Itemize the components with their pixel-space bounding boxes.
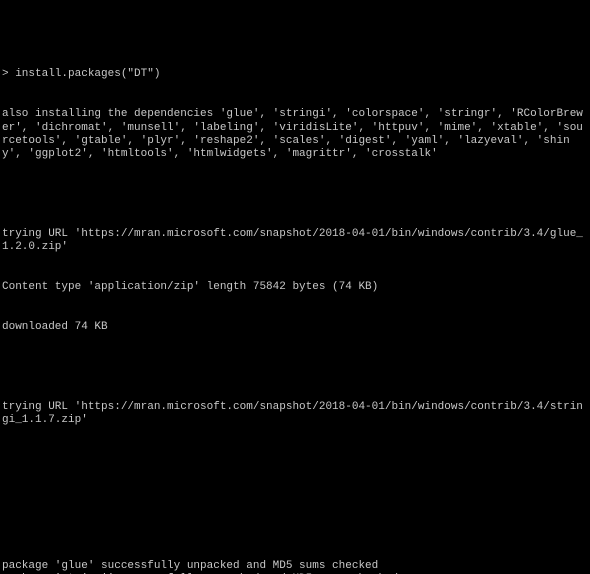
download-url-2: trying URL 'https://mran.microsoft.com/s… — [2, 401, 588, 428]
blank-line — [2, 361, 588, 374]
package-status-line: package 'glue' successfully unpacked and… — [2, 560, 588, 573]
install-command: > install.packages("DT") — [2, 68, 588, 81]
download-url-1: trying URL 'https://mran.microsoft.com/s… — [2, 228, 588, 255]
content-type-line: Content type 'application/zip' length 75… — [2, 281, 588, 294]
r-console-output[interactable]: > install.packages("DT") also installing… — [0, 0, 590, 574]
blank-line — [2, 188, 588, 201]
downloaded-line: downloaded 74 KB — [2, 321, 588, 334]
output-gap — [2, 494, 588, 520]
package-status-list: package 'glue' successfully unpacked and… — [2, 560, 588, 574]
dependencies-line: also installing the dependencies 'glue',… — [2, 108, 588, 161]
